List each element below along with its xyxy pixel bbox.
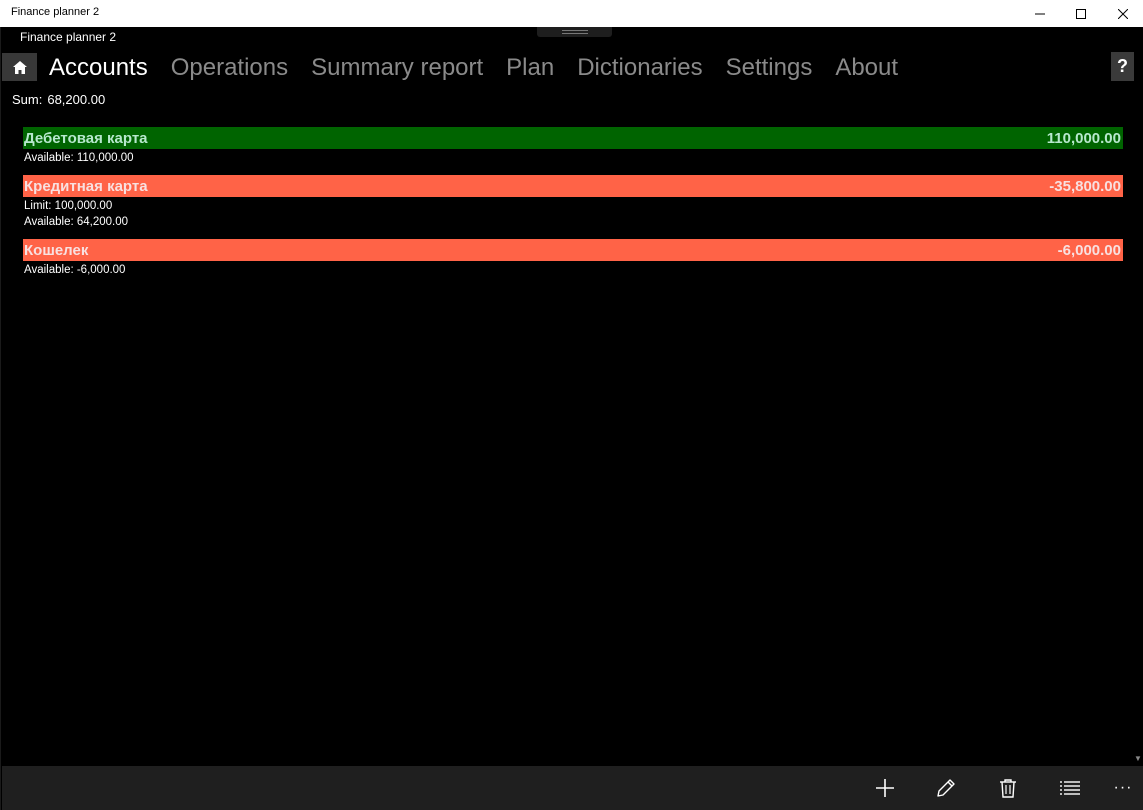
account-balance: -35,800.00 [1049,177,1121,195]
account-available: Available: -6,000.00 [24,264,126,276]
accounts-list: Дебетовая карта 110,000.00 Available: 11… [23,127,1123,287]
app-frame: Finance planner 2 Accounts Operations Su… [0,27,1143,810]
maximize-button[interactable] [1058,0,1104,27]
maximize-icon [1076,8,1086,19]
sum-label: Sum: [12,92,43,107]
sum-value: 68,200.00 [47,92,106,107]
close-icon [1118,8,1128,19]
account-item[interactable]: Кредитная карта -35,800.00 Limit: 100,00… [23,175,1123,230]
delete-icon [1000,779,1016,798]
more-button[interactable]: ··· [1103,766,1143,810]
account-name: Дебетовая карта [24,129,148,147]
minimize-icon [1035,13,1045,14]
app-title: Finance planner 2 [20,30,117,44]
tab-plan[interactable]: Plan [506,53,554,85]
tab-dictionaries[interactable]: Dictionaries [577,53,702,85]
home-button[interactable] [2,53,37,81]
account-name: Кредитная карта [24,177,148,195]
tab-accounts[interactable]: Accounts [49,53,148,85]
account-available: Available: 110,000.00 [24,152,134,164]
tab-operations[interactable]: Operations [171,53,288,85]
account-name: Кошелек [24,241,89,259]
account-header[interactable]: Кошелек -6,000.00 [23,239,1123,261]
account-balance: 110,000.00 [1046,129,1121,147]
account-limit: Limit: 100,000.00 [24,200,113,212]
window-titlebar: Finance planner 2 [0,0,1143,27]
main-nav: Accounts Operations Summary report Plan … [49,53,921,85]
close-button[interactable] [1100,0,1143,27]
account-balance: -6,000.00 [1057,241,1121,259]
account-item[interactable]: Кошелек -6,000.00 Available: -6,000.00 [23,239,1123,278]
drag-handle[interactable] [537,27,612,37]
sum-total: Sum: 68,200.00 [12,92,105,107]
account-item[interactable]: Дебетовая карта 110,000.00 Available: 11… [23,127,1123,166]
tab-summary-report[interactable]: Summary report [311,53,483,85]
help-button[interactable]: ? [1111,52,1134,81]
window-title: Finance planner 2 [11,6,100,18]
delete-button[interactable] [988,766,1028,810]
account-available: Available: 64,200.00 [24,216,129,228]
tab-settings[interactable]: Settings [726,53,813,85]
account-header[interactable]: Дебетовая карта 110,000.00 [23,127,1123,149]
add-button[interactable] [865,766,905,810]
add-icon [876,779,894,797]
edit-button[interactable] [926,766,966,810]
home-icon [12,60,27,74]
minimize-button[interactable] [1017,0,1063,27]
list-button[interactable] [1050,766,1090,810]
scroll-down-arrow-icon[interactable]: ▼ [1134,754,1142,763]
edit-icon [937,779,955,797]
tab-about[interactable]: About [835,53,898,85]
command-bar: ··· [2,766,1143,810]
account-header[interactable]: Кредитная карта -35,800.00 [23,175,1123,197]
list-icon [1060,781,1080,795]
